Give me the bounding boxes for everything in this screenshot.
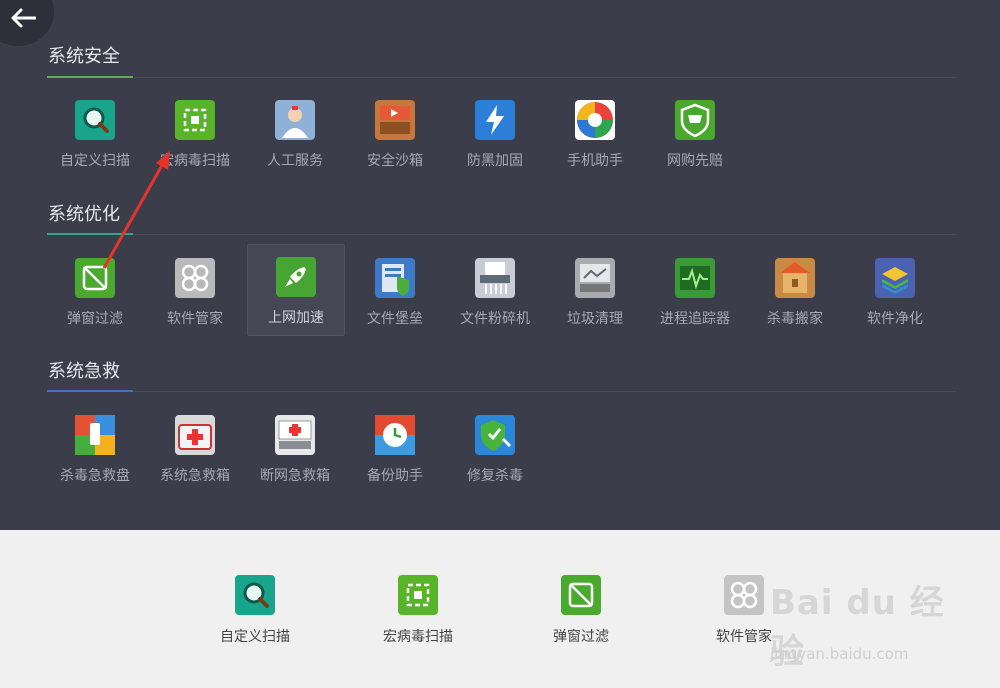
tool-phone-assistant[interactable]: 手机助手 (547, 92, 643, 180)
layers-icon (875, 258, 915, 298)
grid-scan-icon (398, 575, 438, 615)
tool-label: 人工服务 (267, 153, 323, 169)
colorwheel-icon (575, 100, 615, 140)
tool-network-rescue-kit[interactable]: 断网急救箱 (247, 407, 343, 495)
tool-software-purify[interactable]: 软件净化 (847, 250, 943, 338)
house-box-icon (775, 258, 815, 298)
shredder-icon (475, 258, 515, 298)
quick-label: 宏病毒扫描 (383, 629, 453, 645)
rocket-icon (276, 257, 316, 297)
baidu-watermark: Bai du 经验 jingyan.baidu.com (770, 575, 970, 675)
tool-backup-assistant[interactable]: 备份助手 (347, 407, 443, 495)
tool-software-manager[interactable]: 软件管家 (147, 250, 243, 338)
tool-shopping-guarantee[interactable]: 网购先赔 (647, 92, 743, 180)
back-button[interactable] (0, 0, 54, 46)
grid-scan-icon (175, 100, 215, 140)
quick-label: 弹窗过滤 (553, 629, 609, 645)
tool-label: 软件管家 (167, 311, 223, 327)
tool-label: 宏病毒扫描 (160, 153, 230, 169)
tool-label: 文件堡垒 (367, 311, 423, 327)
doctor-icon (275, 100, 315, 140)
tool-human-service[interactable]: 人工服务 (247, 92, 343, 180)
tool-label: 文件粉碎机 (460, 311, 530, 327)
tool-label: 手机助手 (567, 153, 623, 169)
tool-system-rescue-kit[interactable]: 系统急救箱 (147, 407, 243, 495)
sandbox-icon (375, 100, 415, 140)
usb-disk-icon (75, 415, 115, 455)
tool-label: 备份助手 (367, 468, 423, 484)
file-fortress-icon (375, 258, 415, 298)
magnifier-icon (75, 100, 115, 140)
tool-label: 网购先赔 (667, 153, 723, 169)
watermark-url: jingyan.baidu.com (770, 645, 909, 663)
tool-sandbox[interactable]: 安全沙箱 (347, 92, 443, 180)
section-divider (47, 76, 956, 78)
tool-label: 安全沙箱 (367, 153, 423, 169)
back-arrow-icon (11, 8, 36, 28)
tool-label: 进程追踪器 (660, 311, 730, 327)
popup-block-icon (75, 258, 115, 298)
tool-repair-antivirus[interactable]: 修复杀毒 (447, 407, 543, 495)
tool-label: 弹窗过滤 (67, 311, 123, 327)
section-title-security: 系统安全 (48, 46, 120, 67)
tool-macro-virus-scan[interactable]: 宏病毒扫描 (147, 92, 243, 180)
tool-antivirus-move[interactable]: 杀毒搬家 (747, 250, 843, 338)
tool-label: 垃圾清理 (567, 311, 623, 327)
tool-label: 软件净化 (867, 311, 923, 327)
tool-process-tracker[interactable]: 进程追踪器 (647, 250, 743, 338)
tool-file-shredder[interactable]: 文件粉碎机 (447, 250, 543, 338)
flower-icon (724, 575, 764, 615)
tools-panel: 系统安全 自定义扫描 宏病毒扫描 人工服务 安全沙箱 防黑加固 手机助手 网购先… (0, 0, 1000, 530)
tool-antivirus-rescue-disk[interactable]: 杀毒急救盘 (47, 407, 143, 495)
section-title-rescue: 系统急救 (48, 361, 120, 382)
lightning-icon (475, 100, 515, 140)
section-divider (47, 390, 956, 392)
tool-label: 杀毒搬家 (767, 311, 823, 327)
tool-custom-scan[interactable]: 自定义扫描 (47, 92, 143, 180)
tool-junk-clean[interactable]: 垃圾清理 (547, 250, 643, 338)
quick-custom-scan[interactable]: 自定义扫描 (200, 560, 310, 645)
tool-net-accelerate[interactable]: 上网加速 (247, 244, 345, 336)
tool-label: 防黑加固 (467, 153, 523, 169)
network-aid-icon (275, 415, 315, 455)
tool-label: 杀毒急救盘 (60, 468, 130, 484)
backup-clock-icon (375, 415, 415, 455)
quick-macro-virus-scan[interactable]: 宏病毒扫描 (363, 560, 473, 645)
magnifier-icon (235, 575, 275, 615)
tool-label: 系统急救箱 (160, 468, 230, 484)
flower-icon (175, 258, 215, 298)
tool-file-fortress[interactable]: 文件堡垒 (347, 250, 443, 338)
section-divider (47, 233, 956, 235)
pulse-icon (675, 258, 715, 298)
tool-label: 自定义扫描 (60, 153, 130, 169)
quick-popup-filter[interactable]: 弹窗过滤 (526, 560, 636, 645)
first-aid-icon (175, 415, 215, 455)
trash-clean-icon (575, 258, 615, 298)
tool-label: 断网急救箱 (260, 468, 330, 484)
section-title-optimize: 系统优化 (48, 204, 120, 225)
tool-anti-hack[interactable]: 防黑加固 (447, 92, 543, 180)
popup-block-icon (561, 575, 601, 615)
tool-popup-filter[interactable]: 弹窗过滤 (47, 250, 143, 338)
shopping-cart-icon (675, 100, 715, 140)
repair-shield-icon (475, 415, 515, 455)
quick-label: 自定义扫描 (220, 629, 290, 645)
tool-label: 修复杀毒 (467, 468, 523, 484)
